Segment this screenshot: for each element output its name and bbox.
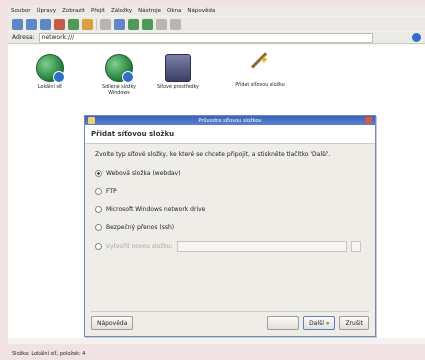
icon-label: Sdílené složky Windows <box>102 85 136 96</box>
back-icon[interactable] <box>12 18 23 30</box>
icon-label: Síťové prostředky <box>156 85 200 90</box>
stop-icon[interactable] <box>54 18 65 30</box>
wizard-icon <box>88 117 95 124</box>
radio-label: Microsoft Windows network drive <box>106 206 206 213</box>
next-button[interactable]: Další » <box>303 316 336 330</box>
next-label: Další <box>309 319 324 327</box>
disabled-label: Vytvořit novou složku: <box>106 243 173 250</box>
icon-label: Lokální síť <box>37 85 63 90</box>
radio-option-ssh[interactable]: Bezpečný přenos (ssh) <box>95 223 365 232</box>
network-folder-wizard-dialog: Průvodce síťovou složkou Přidat síťovou … <box>84 115 376 337</box>
close-icon[interactable] <box>365 117 372 124</box>
menu-item-view[interactable]: Zobrazit <box>59 8 88 14</box>
menu-item-tools[interactable]: Nástroje <box>135 8 164 14</box>
location-bar: Adresa: network:/// <box>8 32 425 44</box>
dialog-titlebar[interactable]: Průvodce síťovou složkou <box>85 116 375 125</box>
cancel-button[interactable]: Zrušit <box>339 316 369 330</box>
status-text: Složka: Lokální síť, položek: 4 <box>12 351 86 357</box>
disabled-combo <box>350 241 361 252</box>
instruction-text: Zvolte typ síťové složky, ke které se ch… <box>95 151 331 158</box>
help-button[interactable]: Nápověda <box>91 316 134 330</box>
menu-item-edit[interactable]: Úpravy <box>33 8 59 14</box>
icon-label: Přidat síťovou složku <box>235 83 285 88</box>
dialog-header-text: Přidat síťovou složku <box>91 130 175 138</box>
magic-wand-icon: ✦ <box>247 52 273 80</box>
back-button[interactable] <box>267 316 300 330</box>
dialog-title: Průvodce síťovou složkou <box>198 117 262 124</box>
network-globe-icon <box>36 54 65 83</box>
menu-item-file[interactable]: Soubor <box>8 8 33 14</box>
dialog-body: Zvolte typ síťové složky, ke které se ch… <box>85 144 375 258</box>
toolbar <box>8 17 425 31</box>
disabled-radio <box>95 243 102 250</box>
up-icon[interactable] <box>40 18 51 30</box>
location-input[interactable]: network:/// <box>38 32 373 43</box>
disabled-folder-row: Vytvořit novou složku: <box>95 241 365 252</box>
radio-button[interactable] <box>95 170 102 177</box>
dialog-button-row: Nápověda Další » Zrušit <box>91 311 369 330</box>
menu-item-windows[interactable]: Okna <box>164 8 184 14</box>
dialog-header: Přidat síťovou složku <box>85 125 375 144</box>
radio-option-windows-drive[interactable]: Microsoft Windows network drive <box>95 205 365 214</box>
radio-button[interactable] <box>95 188 102 195</box>
radio-option-webdav[interactable]: Webová složka (webdav) <box>95 169 365 178</box>
radio-button[interactable] <box>95 206 102 213</box>
search-icon[interactable] <box>114 18 125 30</box>
network-globe-icon <box>105 54 134 83</box>
list-icon[interactable] <box>170 18 181 30</box>
icon-add-network-folder[interactable]: ✦ Přidat síťovou složku <box>232 52 288 89</box>
location-label: Adresa: <box>12 34 35 41</box>
menubar: Soubor Úpravy Zobrazit Přejít Záložky Ná… <box>8 6 425 16</box>
radio-button[interactable] <box>95 224 102 231</box>
radio-label: FTP <box>106 188 117 195</box>
disabled-folder-input <box>176 241 347 252</box>
icon-local-network[interactable]: Lokální síť <box>22 54 78 91</box>
menu-item-help[interactable]: Nápověda <box>184 8 218 14</box>
icon-network-resources[interactable]: Síťové prostředky <box>150 54 206 91</box>
zoom-in-icon[interactable] <box>128 18 139 30</box>
radio-label: Bezpečný přenos (ssh) <box>106 224 175 231</box>
home-icon[interactable] <box>82 18 93 30</box>
location-value: network:/// <box>41 34 75 41</box>
icon-windows-shares[interactable]: Sdílené složky Windows <box>91 54 147 97</box>
radio-option-ftp[interactable]: FTP <box>95 187 365 196</box>
menu-item-go[interactable]: Přejít <box>88 8 108 14</box>
statusbar: Složka: Lokální síť, položek: 4 <box>8 348 425 360</box>
forward-icon[interactable] <box>26 18 37 30</box>
menu-item-bookmarks[interactable]: Záložky <box>108 8 135 14</box>
computer-icon <box>165 54 191 82</box>
radio-label: Webová složka (webdav) <box>106 170 181 177</box>
computer-icon[interactable] <box>100 18 111 30</box>
next-arrow-icon: » <box>323 319 330 327</box>
reload-icon[interactable] <box>68 18 79 30</box>
view-icon[interactable] <box>156 18 167 30</box>
throbber-icon <box>412 33 421 42</box>
zoom-out-icon[interactable] <box>142 18 153 30</box>
toolbar-separator <box>96 18 97 30</box>
